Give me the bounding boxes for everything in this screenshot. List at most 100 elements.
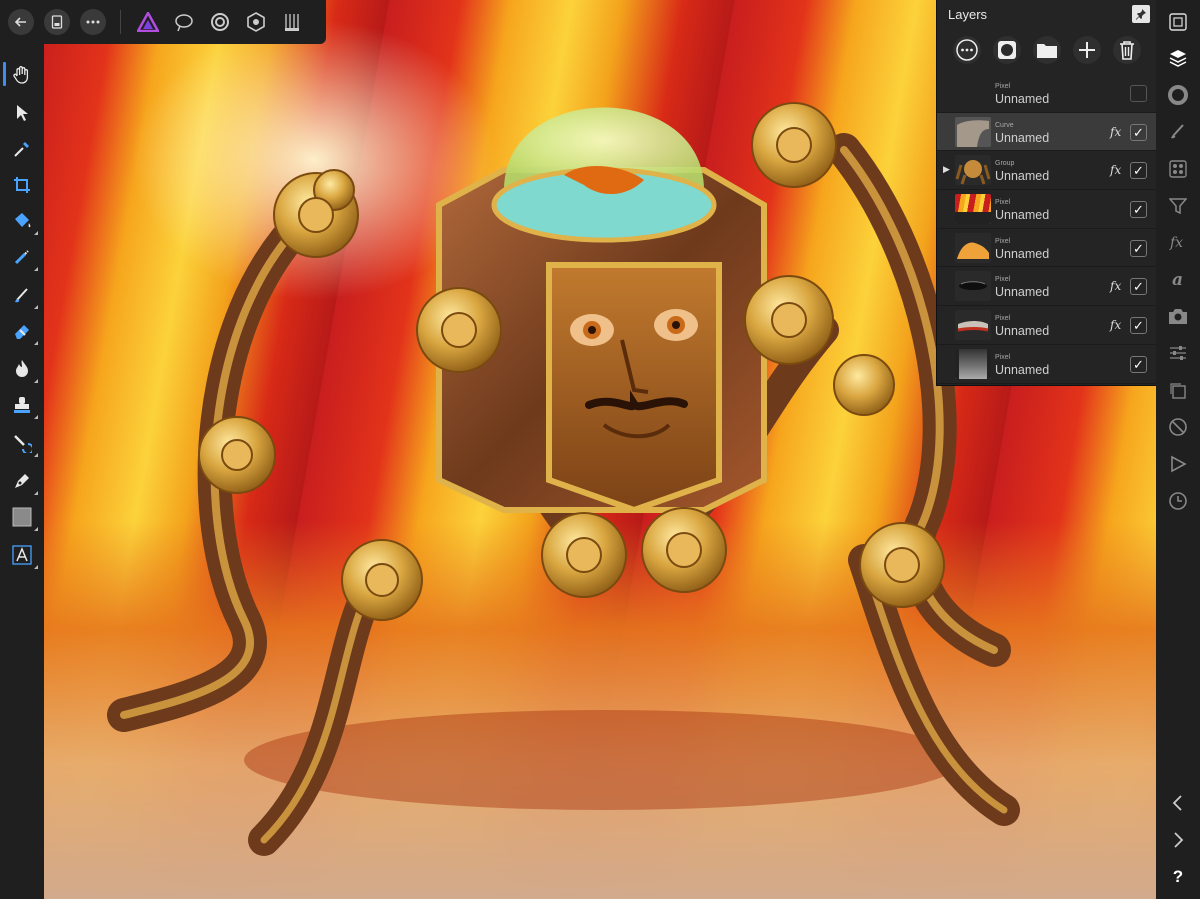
flame-icon bbox=[16, 360, 28, 377]
pin-panel-button[interactable] bbox=[1132, 5, 1150, 23]
selection-brush-tool-button[interactable] bbox=[9, 244, 38, 271]
macro-panel-button[interactable] bbox=[1165, 451, 1191, 477]
layer-row[interactable]: Pixel Unnamed ✓ bbox=[937, 229, 1157, 268]
fx-icon[interactable]: fx bbox=[1110, 125, 1121, 139]
healing-brush-tool-button[interactable] bbox=[9, 430, 38, 457]
brush-icon bbox=[1171, 124, 1184, 139]
navigator-icon bbox=[1169, 13, 1187, 31]
square-stack-icon bbox=[1170, 383, 1186, 399]
top-toolbar bbox=[0, 0, 326, 44]
move-tool-button[interactable] bbox=[9, 100, 35, 126]
layer-row[interactable]: Pixel Unnamed fx ✓ bbox=[937, 267, 1157, 307]
photo-persona-icon bbox=[137, 12, 159, 32]
paint-brush-tool-button[interactable] bbox=[9, 282, 38, 309]
layer-thumbnail bbox=[955, 348, 991, 379]
layer-visibility-checkbox[interactable]: ✓ bbox=[1130, 278, 1147, 296]
layer-visibility-checkbox[interactable]: ✓ bbox=[1130, 355, 1147, 373]
tone-mapping-persona-icon bbox=[247, 12, 265, 32]
layer-visibility-checkbox[interactable]: ✓ bbox=[1130, 162, 1147, 180]
fx-icon[interactable]: fx bbox=[1110, 279, 1121, 293]
fx-effects-icon: fx bbox=[1169, 235, 1183, 251]
next-button[interactable] bbox=[1165, 827, 1191, 853]
liquify-persona-button[interactable] bbox=[171, 9, 197, 35]
mask-icon bbox=[998, 41, 1016, 59]
layers-icon bbox=[1169, 50, 1187, 67]
layer-type-label: Pixel bbox=[995, 315, 1011, 323]
adjustments-panel-button[interactable] bbox=[1165, 193, 1191, 219]
add-group-button[interactable] bbox=[1033, 36, 1061, 64]
delete-layer-button[interactable] bbox=[1113, 36, 1141, 64]
channels-panel-button[interactable] bbox=[1165, 414, 1191, 440]
layer-thumbnail bbox=[955, 194, 991, 225]
clock-icon bbox=[1169, 492, 1187, 510]
color-picker-tool-button[interactable] bbox=[9, 136, 35, 162]
layer-thumbnail bbox=[955, 155, 991, 186]
develop-persona-button[interactable] bbox=[207, 9, 233, 35]
effects-panel-button[interactable]: fx bbox=[1165, 229, 1191, 255]
arrow-left-icon bbox=[14, 17, 26, 27]
layer-row[interactable]: ▶ Group Unnamed fx ✓ bbox=[937, 151, 1157, 191]
svg-text:a: a bbox=[1172, 270, 1183, 288]
tools-panel bbox=[0, 44, 44, 899]
selection-brush-icon bbox=[14, 250, 29, 265]
dodge-tool-button[interactable] bbox=[9, 356, 38, 383]
document-menu-button[interactable] bbox=[44, 9, 70, 35]
layer-thumbnail bbox=[955, 271, 991, 302]
layer-row[interactable]: Curve Unnamed fx ✓ bbox=[937, 112, 1157, 152]
layers-actions bbox=[937, 30, 1157, 70]
more-button[interactable] bbox=[80, 9, 106, 35]
paint-brush-icon bbox=[15, 288, 28, 303]
layer-row[interactable]: Pixel Unnamed ✓ bbox=[937, 190, 1157, 229]
expand-arrow-icon[interactable]: ▶ bbox=[943, 164, 950, 175]
pen-nib-icon bbox=[15, 474, 29, 488]
layer-visibility-checkbox[interactable]: ✓ bbox=[1130, 201, 1147, 219]
previous-button[interactable] bbox=[1165, 790, 1191, 816]
layers-list: Pixel Unnamed Curve Unnamed fx ✓ ▶ Group… bbox=[937, 74, 1157, 384]
tone-mapping-persona-button[interactable] bbox=[243, 9, 269, 35]
fx-icon[interactable]: fx bbox=[1110, 163, 1121, 177]
history-panel-button[interactable] bbox=[1165, 378, 1191, 404]
layer-type-label: Pixel bbox=[995, 237, 1011, 245]
clone-tool-button[interactable] bbox=[9, 392, 38, 419]
plus-icon bbox=[1079, 42, 1095, 58]
add-mask-button[interactable] bbox=[993, 36, 1021, 64]
layer-type-label: Pixel bbox=[995, 353, 1011, 361]
active-tool-indicator bbox=[3, 62, 6, 86]
text-styles-icon: a bbox=[1172, 270, 1183, 288]
transform-panel-button[interactable] bbox=[1165, 340, 1191, 366]
ellipsis-circle-icon bbox=[956, 39, 978, 61]
crop-tool-button[interactable] bbox=[9, 172, 35, 198]
layer-options-button[interactable] bbox=[953, 36, 981, 64]
pen-tool-button[interactable] bbox=[9, 468, 38, 495]
view-tool-button[interactable] bbox=[9, 62, 35, 88]
timer-panel-button[interactable] bbox=[1165, 488, 1191, 514]
stock-panel-button[interactable] bbox=[1165, 303, 1191, 329]
erase-brush-tool-button[interactable] bbox=[9, 318, 38, 345]
layer-visibility-checkbox[interactable]: ✓ bbox=[1130, 239, 1147, 257]
layer-name-label: Unnamed bbox=[995, 169, 1050, 184]
add-layer-button[interactable] bbox=[1073, 36, 1101, 64]
stamp-icon bbox=[14, 397, 30, 413]
layer-name-label: Unnamed bbox=[995, 92, 1050, 106]
brushes-panel-button[interactable] bbox=[1165, 118, 1191, 144]
fx-icon[interactable]: fx bbox=[1110, 318, 1121, 332]
layer-row[interactable]: Pixel Unnamed bbox=[937, 74, 1157, 113]
export-persona-button[interactable] bbox=[279, 9, 305, 35]
artistic-text-tool-button[interactable] bbox=[9, 542, 38, 569]
back-button[interactable] bbox=[8, 9, 34, 35]
layer-visibility-checkbox[interactable]: ✓ bbox=[1130, 317, 1147, 335]
svg-text:fx: fx bbox=[1169, 235, 1183, 251]
flood-fill-tool-button[interactable] bbox=[9, 208, 38, 235]
color-panel-button[interactable] bbox=[1165, 82, 1191, 108]
layer-visibility-checkbox[interactable]: ✓ bbox=[1130, 123, 1147, 141]
rectangle-tool-button[interactable] bbox=[9, 504, 38, 531]
photo-persona-button[interactable] bbox=[135, 9, 161, 35]
layers-panel-button[interactable] bbox=[1165, 45, 1191, 71]
navigator-panel-button[interactable] bbox=[1165, 9, 1191, 35]
layer-row[interactable]: Pixel Unnamed fx ✓ bbox=[937, 306, 1157, 345]
layer-row[interactable]: Pixel Unnamed ✓ bbox=[937, 345, 1157, 384]
layer-visibility-checkbox[interactable] bbox=[1130, 85, 1147, 102]
text-styles-panel-button[interactable]: a bbox=[1165, 266, 1191, 292]
swatches-panel-button[interactable] bbox=[1165, 156, 1191, 182]
help-button[interactable]: ? bbox=[1165, 864, 1191, 890]
